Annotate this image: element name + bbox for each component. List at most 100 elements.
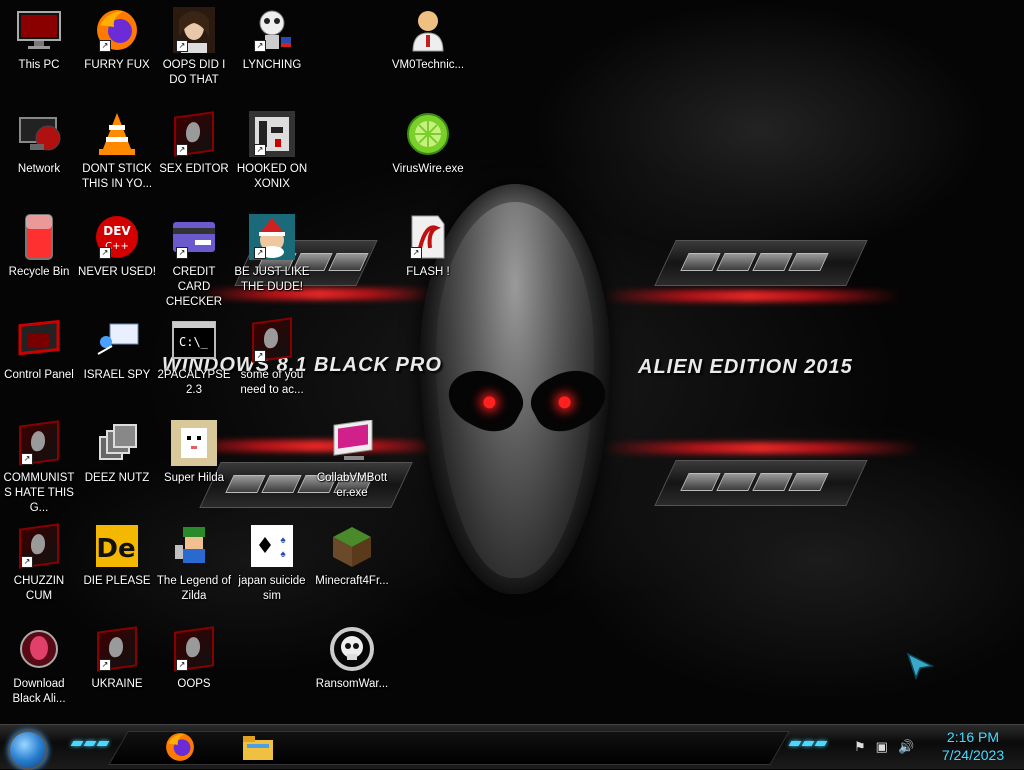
alien-app-icon: ↗ [248, 316, 296, 364]
desktop-icon-label: COMMUNISTS HATE THIS G... [3, 472, 75, 514]
desktop-icon-label: DONT STICK THIS IN YO... [81, 163, 153, 190]
taskbar-clock[interactable]: 2:16 PM 7/24/2023 [930, 728, 1016, 764]
credit-card-icon: ↗ [170, 213, 218, 261]
taskbar-file-explorer-button[interactable] [238, 729, 278, 765]
desktop-icon-some-of-you[interactable]: ↗ some of you need to ac... [233, 316, 311, 398]
desktop-icon-label: DIE PLEASE [83, 575, 151, 587]
desktop-icon-2pacalypse[interactable]: C:\_ 2PACALYPSE 2.3 [155, 316, 233, 398]
desktop-icon-collabvm-botter[interactable]: CollabVMBott er.exe [313, 419, 391, 501]
desktop-icon-never-used[interactable]: DEV C++ ↗ NEVER USED! [78, 213, 156, 280]
taskbar-lights-left [70, 741, 110, 746]
recycle-bin-icon [15, 213, 63, 261]
de-icon: De [93, 522, 141, 570]
desktop-icon-deez-nutz[interactable]: DEEZ NUTZ [78, 419, 156, 486]
technician-icon [404, 6, 452, 54]
desktop-icon-israel-spy[interactable]: ISRAEL SPY [78, 316, 156, 383]
desktop-icon-label: japan suicide sim [238, 575, 306, 602]
desktop-icon-be-just-like-dude[interactable]: ↗ BE JUST LIKE THE DUDE! [233, 213, 311, 295]
skull-figure-icon: ↗ [248, 6, 296, 54]
desktop-icon-die-please[interactable]: De DIE PLEASE [78, 522, 156, 589]
desktop-icon-communists[interactable]: ↗ COMMUNISTS HATE THIS G... [0, 419, 78, 516]
alien-app-icon: ↗ [93, 625, 141, 673]
desktop-icon-label: HOOKED ON XONIX [236, 163, 308, 190]
desktop-icon-label: FLASH ! [406, 266, 450, 278]
desktop-icon-control-panel[interactable]: Control Panel [0, 316, 78, 383]
network-tray-icon[interactable]: ▣ [876, 739, 888, 755]
svg-text:♠: ♠ [280, 535, 286, 546]
desktop-icon-minecraft[interactable]: Minecraft4Fr... [313, 522, 391, 589]
file-explorer-icon [243, 736, 273, 760]
desktop-icon-label: NEVER USED! [78, 266, 156, 278]
desktop-icon-ukraine[interactable]: ↗ UKRAINE [78, 625, 156, 692]
desktop-icon-label: 2PACALYPSE 2.3 [157, 369, 231, 396]
desktop-icon-credit-card-checker[interactable]: ↗ CREDIT CARD CHECKER [155, 213, 233, 310]
desktop-icon-label: VirusWire.exe [392, 163, 464, 175]
desktop-icon-label: SEX EDITOR [159, 163, 229, 175]
desktop-icon-label: ISRAEL SPY [83, 369, 151, 381]
control-panel-icon [15, 316, 63, 364]
console-icon: C:\_ [170, 316, 218, 364]
lime-disc-icon [404, 110, 452, 158]
remote-desktop-icon [93, 316, 141, 364]
desktop-icon-flash[interactable]: ↗ FLASH ! [389, 213, 467, 280]
svg-text:De: De [96, 534, 135, 564]
alien-eye-left [439, 357, 531, 443]
santa-icon: ↗ [248, 213, 296, 261]
desktop-icon-label: Control Panel [4, 369, 74, 381]
desktop-icon-label: Recycle Bin [8, 266, 70, 278]
monitor-icon [15, 6, 63, 54]
playing-card-icon: ♠ ♠ [248, 522, 296, 570]
desktop-icon-legend-of-zilda[interactable]: The Legend of Zilda [155, 522, 233, 604]
clock-time: 2:16 PM [946, 729, 1000, 745]
svg-text:♠: ♠ [280, 549, 286, 560]
desktop-icon-lynching[interactable]: ↗ LYNCHING [233, 6, 311, 73]
alien-eye-right [523, 357, 615, 443]
desktop-icon-ransomware[interactable]: RansomWar... [313, 625, 391, 692]
desktop-icon-super-hilda[interactable]: Super Hilda [155, 419, 233, 486]
desktop-icon-japan-suicide-sim[interactable]: ♠ ♠ japan suicide sim [233, 522, 311, 604]
wallpaper-panel [654, 460, 868, 506]
desktop-icon-label: Download Black Ali... [12, 678, 66, 705]
desktop-icon-recycle-bin[interactable]: Recycle Bin [0, 213, 78, 280]
desktop-icon-label: UKRAINE [91, 678, 143, 690]
alien-app-icon: ↗ [15, 522, 63, 570]
windows-stack-icon [93, 419, 141, 467]
svg-text:DEV: DEV [103, 224, 131, 238]
desktop-icon-this-pc[interactable]: This PC [0, 6, 78, 73]
desktop-icon-oops[interactable]: ↗ OOPS [155, 625, 233, 692]
volume-icon[interactable]: 🔊 [898, 739, 914, 755]
taskbar-decorative-band [108, 731, 790, 765]
desktop-icon-label: LYNCHING [242, 59, 302, 71]
desktop-icon-label: This PC [18, 59, 60, 71]
portrait-icon: ↗ [170, 6, 218, 54]
desktop-icon-label: CREDIT CARD CHECKER [165, 266, 223, 308]
flag-icon[interactable]: ⚑ [854, 739, 866, 755]
desktop-icon-label: Network [17, 163, 61, 175]
desktop-icon-sex-editor[interactable]: ↗ SEX EDITOR [155, 110, 233, 177]
desktop-icon-label: Minecraft4Fr... [315, 575, 389, 587]
desktop-icon-oops-did-i[interactable]: ↗ OOPS DID I DO THAT [155, 6, 233, 88]
desktop-icon-network[interactable]: Network [0, 110, 78, 177]
taskbar-firefox-button[interactable] [160, 729, 200, 765]
desktop-icon-viruswire[interactable]: VirusWire.exe [389, 110, 467, 177]
wallpaper-text-right: ALIEN EDITION 2015 [638, 356, 853, 378]
desktop-icon-furry-fux[interactable]: ↗ FURRY FUX [78, 6, 156, 73]
alien-app-icon: ↗ [170, 625, 218, 673]
desktop-icon-label: BE JUST LIKE THE DUDE! [234, 266, 310, 293]
pixel-cat-icon [170, 419, 218, 467]
desktop-icon-label: CHUZZIN CUM [13, 575, 65, 602]
desktop-icon-chuzzin[interactable]: ↗ CHUZZIN CUM [0, 522, 78, 604]
desktop-icon-label: VM0Technic... [391, 59, 465, 71]
desktop-icon-label: FURRY FUX [84, 59, 150, 71]
start-orb-icon[interactable] [8, 730, 48, 770]
desktop-icon-hooked-on-xonix[interactable]: ↗ HOOKED ON XONIX [233, 110, 311, 192]
desktop-icon-download-black-alien[interactable]: Download Black Ali... [0, 625, 78, 707]
wallpaper-panel [654, 240, 868, 286]
wallpaper-red-glow [600, 442, 920, 454]
alien-app-icon: ↗ [15, 419, 63, 467]
firefox-icon: ↗ [93, 6, 141, 54]
desktop-icon-dont-stick[interactable]: DONT STICK THIS IN YO... [78, 110, 156, 192]
desktop-icon-vm0technician[interactable]: VM0Technic... [389, 6, 467, 73]
clock-date: 7/24/2023 [941, 747, 1005, 763]
vlc-cone-icon [93, 110, 141, 158]
